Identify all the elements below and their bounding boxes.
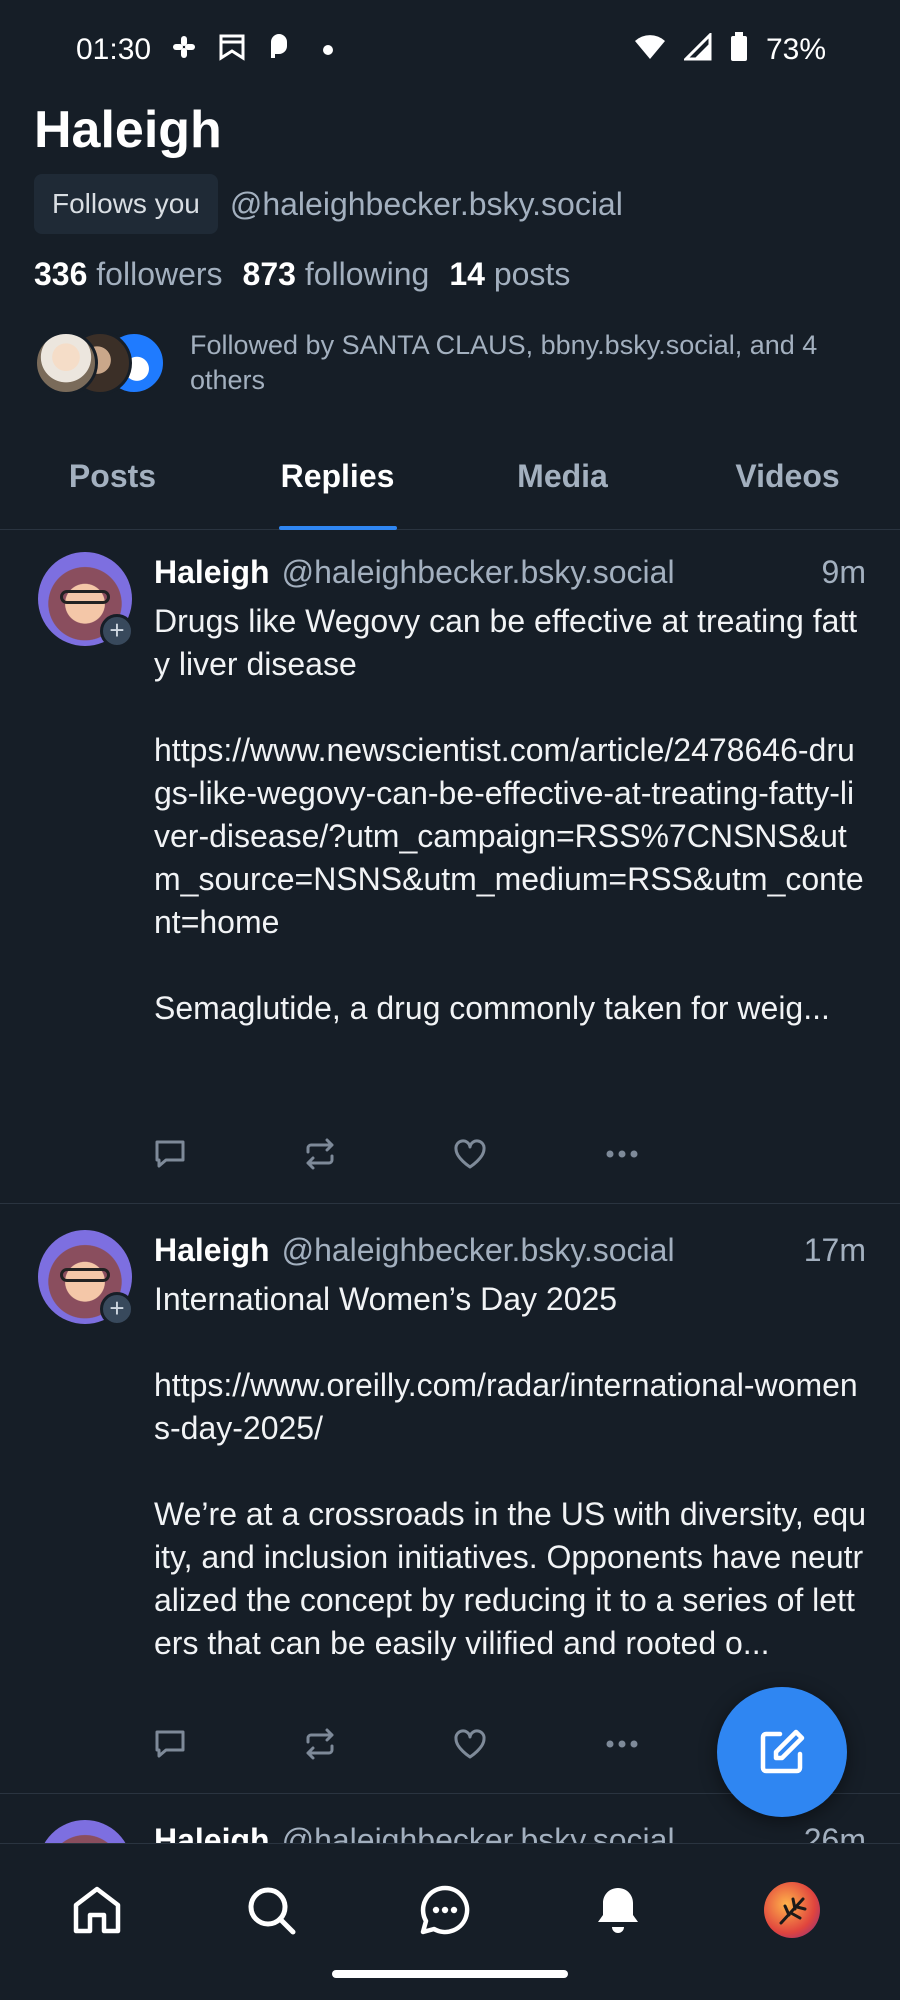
more-icon: [606, 1740, 638, 1748]
repost-icon: [306, 1728, 334, 1760]
repost-button[interactable]: [302, 1726, 452, 1762]
posts-stat: 14 posts: [449, 256, 570, 293]
app-icon: [265, 32, 295, 68]
followers-count: 336: [34, 256, 88, 292]
status-bar: 01:30 73%: [0, 0, 900, 100]
post-author-name[interactable]: Haleigh: [154, 554, 270, 591]
notification-dot-icon: [323, 45, 334, 55]
like-button[interactable]: [452, 1136, 602, 1172]
battery-percent: 73%: [765, 33, 826, 66]
follower-avatar: [34, 331, 98, 395]
wifi-icon: [634, 33, 666, 67]
like-button[interactable]: [452, 1726, 602, 1762]
following-count: 873: [242, 256, 296, 292]
battery-icon: [730, 32, 748, 68]
followers-label: followers: [96, 256, 223, 292]
compose-button[interactable]: [717, 1687, 847, 1817]
bell-icon: [598, 1888, 638, 1933]
like-icon: [454, 1729, 486, 1759]
followers-stat[interactable]: 336 followers: [34, 256, 223, 293]
tab-videos[interactable]: Videos: [675, 440, 900, 529]
chat-icon: [420, 1885, 470, 1935]
tab-posts[interactable]: Posts: [0, 440, 225, 529]
follow-plus-icon[interactable]: +: [100, 614, 134, 648]
reply-button[interactable]: [152, 1136, 302, 1172]
repost-icon: [306, 1138, 334, 1170]
branch-icon: [779, 1897, 807, 1925]
post-author-handle[interactable]: @haleighbecker.bsky.social: [282, 1232, 794, 1269]
more-button[interactable]: [602, 1136, 752, 1172]
search-icon: [248, 1887, 296, 1935]
author-avatar[interactable]: +: [38, 552, 134, 648]
profile-name: Haleigh: [34, 101, 222, 159]
post-text: International Women’s Day 2025 https://w…: [154, 1281, 866, 1661]
posts-label: posts: [493, 256, 571, 292]
follows-you-badge: Follows you: [34, 174, 218, 234]
post-author-handle[interactable]: @haleighbecker.bsky.social: [282, 554, 812, 591]
more-icon: [606, 1150, 638, 1158]
reply-button[interactable]: [152, 1726, 302, 1762]
nav-home[interactable]: [67, 1880, 127, 1940]
slack-icon: [169, 32, 199, 68]
handle-row: Follows you @haleighbecker.bsky.social: [34, 174, 623, 234]
profile-handle: @haleighbecker.bsky.social: [229, 185, 623, 222]
feed-post[interactable]: + Haleigh @haleighbecker.bsky.social 9m …: [0, 532, 900, 1204]
profile-tabs: Posts Replies Media Videos: [0, 440, 900, 530]
following-stat[interactable]: 873 following: [243, 256, 430, 293]
profile-stats: 336 followers 873 following 14 posts: [34, 256, 570, 293]
posts-count: 14: [449, 256, 485, 292]
compose-icon: [760, 1729, 805, 1774]
follow-plus-icon[interactable]: +: [100, 1292, 134, 1326]
post-author-name[interactable]: Haleigh: [154, 1232, 270, 1269]
followed-by-text: Followed by SANTA CLAUS, bbny.bsky.socia…: [190, 330, 818, 395]
like-icon: [454, 1139, 486, 1169]
nav-search[interactable]: [241, 1880, 301, 1940]
reply-icon: [155, 1140, 185, 1168]
post-timestamp: 17m: [803, 1232, 866, 1268]
glasses-icon: [60, 1268, 110, 1282]
post-header: Haleigh @haleighbecker.bsky.social 17m: [154, 1232, 866, 1269]
nav-chat[interactable]: [415, 1880, 475, 1940]
glasses-icon: [60, 590, 110, 604]
home-icon: [73, 1886, 121, 1934]
post-actions: [152, 1136, 752, 1172]
tab-replies[interactable]: Replies: [225, 440, 450, 529]
status-time: 01:30: [76, 33, 152, 66]
profile-avatar: [764, 1882, 820, 1938]
known-followers[interactable]: Followed by SANTA CLAUS, bbny.bsky.socia…: [34, 328, 850, 398]
home-indicator[interactable]: [332, 1970, 568, 1978]
post-header: Haleigh @haleighbecker.bsky.social 9m: [154, 554, 866, 591]
post-text: Drugs like Wegovy can be effective at tr…: [154, 603, 864, 1026]
signal-icon: [682, 31, 712, 67]
repost-button[interactable]: [302, 1136, 452, 1172]
nav-profile[interactable]: [762, 1880, 822, 1940]
post-actions: [152, 1726, 752, 1762]
tab-media[interactable]: Media: [450, 440, 675, 529]
post-timestamp: 9m: [821, 554, 866, 590]
author-avatar[interactable]: +: [38, 1230, 134, 1326]
following-label: following: [304, 256, 430, 292]
nav-notifications[interactable]: [588, 1880, 648, 1940]
bookmark-icon: [217, 32, 247, 68]
reply-icon: [155, 1730, 185, 1758]
